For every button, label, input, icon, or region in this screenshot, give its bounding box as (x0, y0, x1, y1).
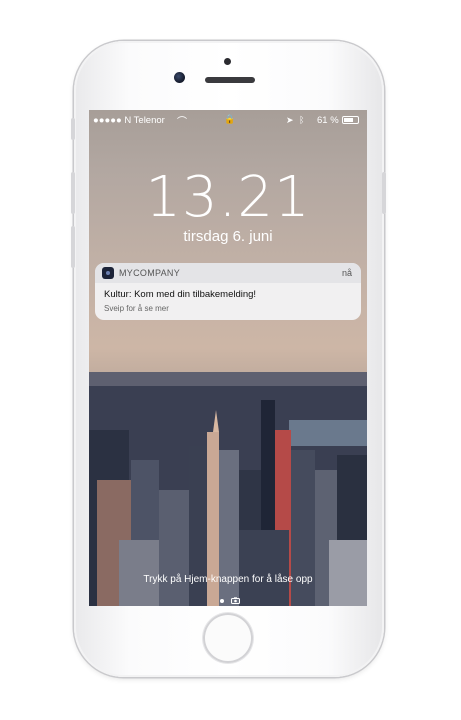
mute-switch (71, 118, 75, 140)
lock-icon: 🔒 (224, 114, 236, 124)
page-dot-active (220, 599, 224, 603)
notification-subtitle: Sveip for å se mer (104, 304, 169, 313)
battery-percent: 61 % (317, 115, 339, 126)
proximity-sensor (224, 58, 231, 65)
notification-time: nå (341, 268, 352, 278)
page-indicator (218, 597, 248, 605)
location-icon: ➤ (286, 115, 294, 125)
volume-up-button (71, 172, 75, 214)
status-bar: ●●●●● N Telenor ⌒ 🔒 ➤ ᛒ 61 % (89, 110, 367, 130)
bluetooth-icon: ᛒ (299, 115, 305, 125)
carrier-label: ●●●●● N Telenor (93, 115, 165, 126)
notification-header: MYCOMPANY nå (95, 263, 361, 283)
notification-card[interactable]: MYCOMPANY nå Kultur: Kom med din tilbake… (95, 263, 361, 320)
app-icon (102, 267, 114, 279)
wifi-icon: ⌒ (177, 117, 187, 128)
front-camera (174, 72, 185, 83)
volume-down-button (71, 226, 75, 268)
camera-icon[interactable] (231, 597, 240, 604)
clock-time: 13.21 (145, 165, 311, 230)
notification-title: Kultur: Kom med din tilbakemelding! (104, 289, 257, 300)
home-button[interactable] (203, 613, 253, 663)
battery-icon (342, 116, 359, 124)
clock-date: tirsdag 6. juni (183, 228, 273, 245)
lock-screen[interactable]: ●●●●● N Telenor ⌒ 🔒 ➤ ᛒ 61 % 13.21 tirsd… (89, 110, 367, 606)
power-button (382, 172, 386, 214)
notification-app-name: MYCOMPANY (119, 268, 181, 278)
unlock-hint: Trykk på Hjem-knappen for å låse opp (143, 574, 313, 585)
earpiece-speaker (205, 77, 255, 83)
